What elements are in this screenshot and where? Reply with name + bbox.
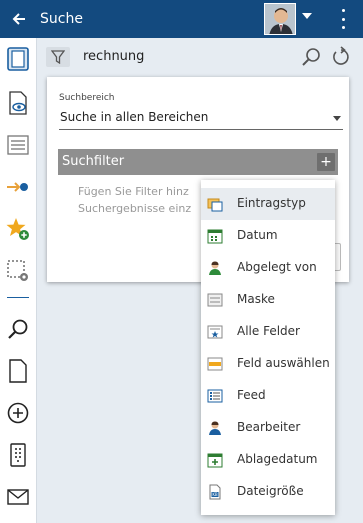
person-icon: [209, 261, 221, 275]
rail-item-link[interactable]: [5, 174, 31, 200]
search-button[interactable]: [300, 46, 322, 68]
app-header: Suche: [0, 0, 363, 38]
rail-item-favorites[interactable]: [5, 216, 31, 242]
mask-icon: [207, 293, 223, 307]
menu-item-maske[interactable]: Maske: [201, 284, 335, 316]
search-icon: [8, 319, 28, 339]
selection-gear-icon: [7, 260, 28, 281]
calendar-plus-icon: [207, 453, 223, 468]
rail-item-list[interactable]: [5, 132, 31, 158]
search-scope-value: Suche in allen Bereichen: [60, 110, 209, 124]
menu-item-abgelegt-von[interactable]: Abgelegt von: [201, 252, 335, 284]
new-document-icon: [9, 359, 27, 383]
list-icon: [7, 135, 29, 155]
menu-item-label: Eintragstyp: [237, 196, 306, 210]
field-select-icon: [207, 357, 223, 371]
avatar-dropdown-icon[interactable]: [302, 13, 312, 19]
menu-item-alle-felder[interactable]: Alle Felder: [201, 316, 335, 348]
user-avatar-icon: [265, 4, 295, 34]
calendar-icon: [207, 229, 223, 244]
menu-item-ablagedatum[interactable]: Ablagedatum: [201, 444, 335, 476]
menu-item-label: Feld auswählen: [237, 356, 330, 370]
rail-divider: [7, 297, 29, 298]
editor-person-icon: [209, 421, 221, 435]
add-filter-button[interactable]: +: [317, 153, 335, 171]
dotted-document-icon: [10, 443, 26, 467]
menu-item-label: Alle Felder: [237, 324, 300, 338]
rail-item-document[interactable]: [5, 46, 31, 72]
rail-item-add[interactable]: [5, 400, 31, 426]
menu-item-label: Maske: [237, 292, 275, 306]
menu-item-eintragstyp[interactable]: Eintragstyp: [201, 188, 335, 220]
menu-item-label: Bearbeiter: [237, 420, 301, 434]
search-filter-title: Suchfilter: [62, 154, 125, 169]
file-size-icon: KB: [209, 484, 221, 500]
funnel-icon: [51, 50, 65, 64]
entry-type-icon: [207, 198, 223, 212]
search-icon: [302, 48, 320, 66]
rail-item-preview[interactable]: [5, 90, 31, 116]
page-title: Suche: [40, 11, 83, 27]
plus-circle-icon: [7, 402, 29, 424]
menu-item-datum[interactable]: Datum: [201, 220, 335, 252]
menu-item-label: Datum: [237, 228, 278, 242]
arrow-to-dot-icon: [7, 182, 28, 192]
rail-item-search[interactable]: [5, 316, 31, 342]
filter-type-menu: Eintragstyp Datum Abgelegt von Maske All…: [201, 180, 335, 515]
menu-item-label: Dateigröße: [237, 484, 304, 498]
menu-item-bearbeiter[interactable]: Bearbeiter: [201, 412, 335, 444]
menu-item-label: Feed: [237, 388, 266, 402]
filter-toggle-button[interactable]: [46, 47, 70, 67]
search-input[interactable]: [83, 49, 283, 64]
back-button[interactable]: [0, 0, 38, 38]
more-vertical-icon[interactable]: [333, 9, 353, 29]
menu-item-label: Ablagedatum: [237, 452, 318, 466]
avatar[interactable]: [264, 3, 296, 35]
rail-item-scan[interactable]: [5, 442, 31, 468]
star-add-icon: [6, 218, 29, 240]
reset-icon: [333, 46, 349, 65]
reset-search-button[interactable]: [329, 46, 351, 68]
menu-item-label: Abgelegt von: [237, 260, 317, 274]
search-filter-header: Suchfilter +: [58, 149, 338, 175]
mail-icon: [7, 489, 29, 505]
arrow-left-icon: [12, 13, 25, 25]
svg-text:KB: KB: [212, 492, 218, 497]
rail-item-new-document[interactable]: [5, 358, 31, 384]
rail-item-selection[interactable]: [5, 258, 31, 284]
rail-item-mail[interactable]: [5, 484, 31, 510]
search-scope-select[interactable]: Suche in allen Bereichen: [59, 108, 343, 130]
menu-item-feld-auswaehlen[interactable]: Feld auswählen: [201, 348, 335, 380]
search-scope-label: Suchbereich: [59, 93, 115, 103]
all-fields-icon: [207, 325, 223, 339]
chevron-down-icon: [333, 116, 341, 121]
document-outline-icon: [7, 47, 29, 71]
left-navigation-rail: [0, 38, 37, 523]
feed-icon: [207, 389, 223, 403]
menu-item-feed[interactable]: Feed: [201, 380, 335, 412]
menu-item-dateigroesse[interactable]: KB Dateigröße: [201, 476, 335, 508]
search-bar: [38, 38, 363, 76]
document-eye-icon: [9, 91, 27, 115]
